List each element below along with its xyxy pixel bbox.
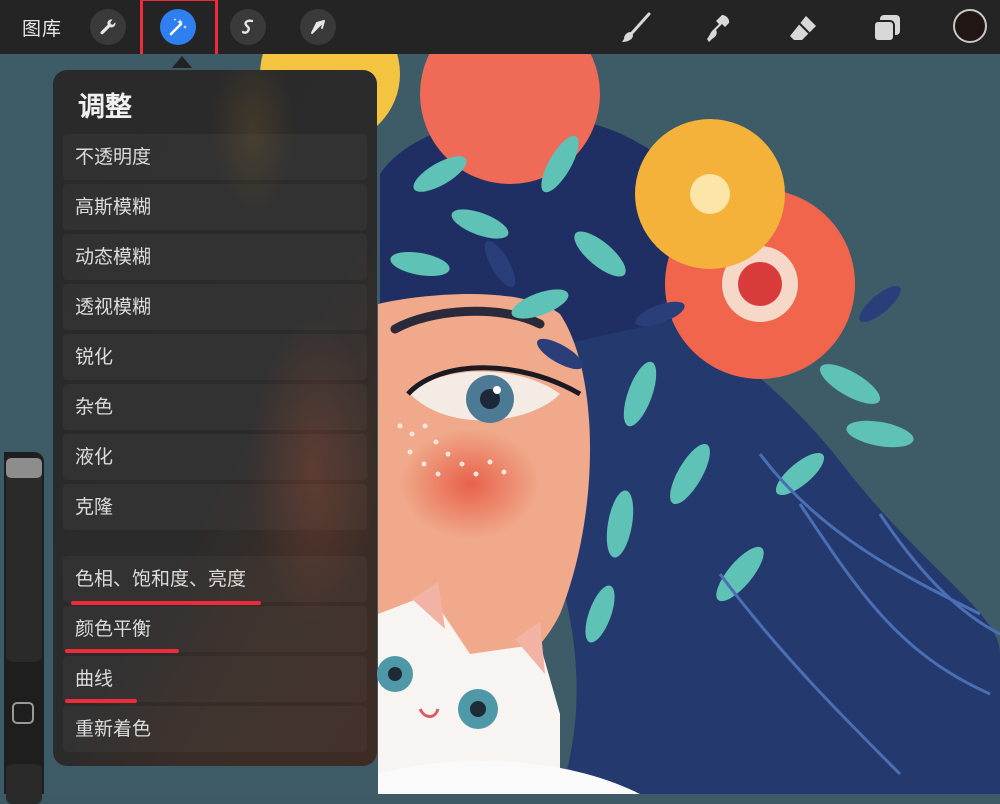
adjustment-item-sharpen[interactable]: 锐化 <box>63 334 367 380</box>
smudge-icon <box>707 15 730 42</box>
annotation-underline-curves <box>65 699 137 703</box>
selection-button[interactable] <box>230 9 266 45</box>
actions-button[interactable] <box>90 9 126 45</box>
gallery-button[interactable]: 图库 <box>22 14 62 41</box>
adjustment-item-clone[interactable]: 克隆 <box>63 484 367 530</box>
transform-arrow-icon <box>311 20 325 34</box>
adjustment-item-gaussian-blur[interactable]: 高斯模糊 <box>63 184 367 230</box>
layers-icon <box>873 15 900 42</box>
eraser-icon <box>790 16 816 40</box>
modify-button[interactable] <box>12 702 34 724</box>
brush-button[interactable] <box>616 9 654 47</box>
wrench-icon <box>100 19 116 35</box>
adjustment-item-opacity[interactable]: 不透明度 <box>63 134 367 180</box>
adjustment-item-liquify[interactable]: 液化 <box>63 434 367 480</box>
layers-button[interactable] <box>868 9 906 47</box>
annotation-underline-color-balance <box>65 649 179 653</box>
brush-icon <box>622 12 651 42</box>
panel-title: 调整 <box>78 92 132 123</box>
brush-size-slider[interactable] <box>6 458 42 662</box>
adjustment-item-color-balance[interactable]: 颜色平衡 <box>63 606 367 652</box>
adjustment-item-hue-saturation-brightness[interactable]: 色相、饱和度、亮度 <box>63 556 367 602</box>
transform-button[interactable] <box>300 9 336 45</box>
left-sidebar <box>4 452 44 804</box>
adjustment-item-motion-blur[interactable]: 动态模糊 <box>63 234 367 280</box>
smudge-button[interactable] <box>700 9 738 47</box>
adjustments-panel: 调整 不透明度 高斯模糊 动态模糊 透视模糊 锐化 杂色 液化 克隆 色相、饱和… <box>53 70 377 766</box>
brush-size-slider-thumb[interactable] <box>6 458 42 478</box>
selection-icon <box>241 19 254 34</box>
adjustment-item-recolor[interactable]: 重新着色 <box>63 706 367 752</box>
opacity-slider[interactable] <box>6 764 42 804</box>
panel-pointer-arrow <box>172 56 192 68</box>
adjustment-item-noise[interactable]: 杂色 <box>63 384 367 430</box>
adjustment-item-perspective-blur[interactable]: 透视模糊 <box>63 284 367 330</box>
color-picker-button[interactable] <box>953 9 987 43</box>
adjustment-item-curves[interactable]: 曲线 <box>63 656 367 702</box>
annotation-underline-hue <box>71 601 261 605</box>
top-toolbar: 图库 <box>0 0 1000 64</box>
eraser-button[interactable] <box>784 9 822 47</box>
